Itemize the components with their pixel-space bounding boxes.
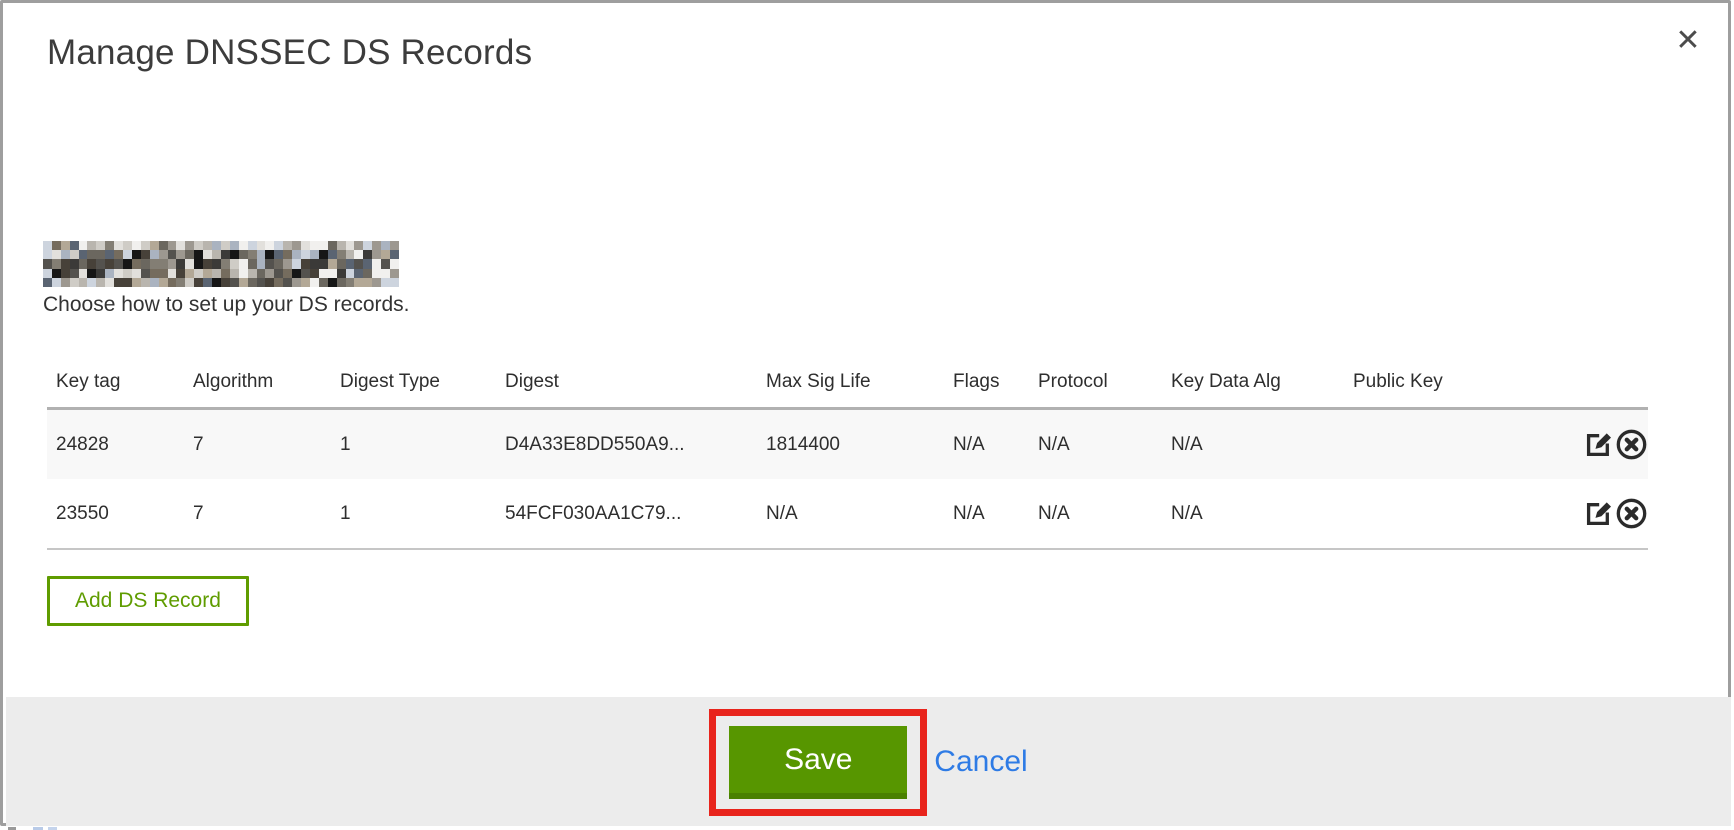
save-button[interactable]: Save bbox=[729, 726, 907, 799]
cell-key-data-alg: N/A bbox=[1162, 479, 1344, 549]
col-header-flags: Flags bbox=[944, 365, 1029, 409]
cell-max-sig-life: 1814400 bbox=[757, 409, 944, 480]
cell-max-sig-life: N/A bbox=[757, 479, 944, 549]
col-header-digest: Digest bbox=[496, 365, 757, 409]
cell-protocol: N/A bbox=[1029, 409, 1162, 480]
col-header-key-data-alg: Key Data Alg bbox=[1162, 365, 1344, 409]
col-header-digest-type: Digest Type bbox=[331, 365, 496, 409]
col-header-algorithm: Algorithm bbox=[184, 365, 331, 409]
col-header-key-tag: Key tag bbox=[47, 365, 184, 409]
cell-digest-type: 1 bbox=[331, 479, 496, 549]
modal-footer: Save Cancel bbox=[6, 697, 1731, 826]
edit-icon[interactable] bbox=[1582, 428, 1615, 461]
table-row: 24828 7 1 D4A33E8DD550A9... 1814400 N/A … bbox=[47, 409, 1648, 480]
cell-digest: 54FCF030AA1C79... bbox=[496, 479, 757, 549]
cell-public-key bbox=[1344, 479, 1507, 549]
redacted-domain bbox=[43, 241, 399, 287]
instruction-text: Choose how to set up your DS records. bbox=[43, 293, 410, 317]
col-header-protocol: Protocol bbox=[1029, 365, 1162, 409]
cell-key-tag: 24828 bbox=[47, 409, 184, 480]
page-title: Manage DNSSEC DS Records bbox=[47, 33, 532, 73]
cell-key-tag: 23550 bbox=[47, 479, 184, 549]
edit-icon[interactable] bbox=[1582, 497, 1615, 530]
ds-records-table: Key tag Algorithm Digest Type Digest Max… bbox=[47, 365, 1648, 550]
cancel-link[interactable]: Cancel bbox=[934, 745, 1027, 779]
cell-protocol: N/A bbox=[1029, 479, 1162, 549]
table-header-row: Key tag Algorithm Digest Type Digest Max… bbox=[47, 365, 1648, 409]
cell-algorithm: 7 bbox=[184, 479, 331, 549]
col-header-actions bbox=[1507, 365, 1648, 409]
cell-flags: N/A bbox=[944, 409, 1029, 480]
cell-digest-type: 1 bbox=[331, 409, 496, 480]
col-header-max-sig-life: Max Sig Life bbox=[757, 365, 944, 409]
add-ds-record-button[interactable]: Add DS Record bbox=[47, 576, 249, 626]
delete-icon[interactable] bbox=[1615, 428, 1648, 461]
cell-public-key bbox=[1344, 409, 1507, 480]
cell-flags: N/A bbox=[944, 479, 1029, 549]
close-icon[interactable]: ✕ bbox=[1670, 23, 1706, 59]
manage-dnssec-modal: Manage DNSSEC DS Records ✕ Choose how to… bbox=[0, 0, 1731, 826]
annotation-highlight-box: Save bbox=[709, 709, 927, 816]
delete-icon[interactable] bbox=[1615, 497, 1648, 530]
cell-digest: D4A33E8DD550A9... bbox=[496, 409, 757, 480]
cell-algorithm: 7 bbox=[184, 409, 331, 480]
col-header-public-key: Public Key bbox=[1344, 365, 1507, 409]
cell-key-data-alg: N/A bbox=[1162, 409, 1344, 480]
table-row: 23550 7 1 54FCF030AA1C79... N/A N/A N/A … bbox=[47, 479, 1648, 549]
